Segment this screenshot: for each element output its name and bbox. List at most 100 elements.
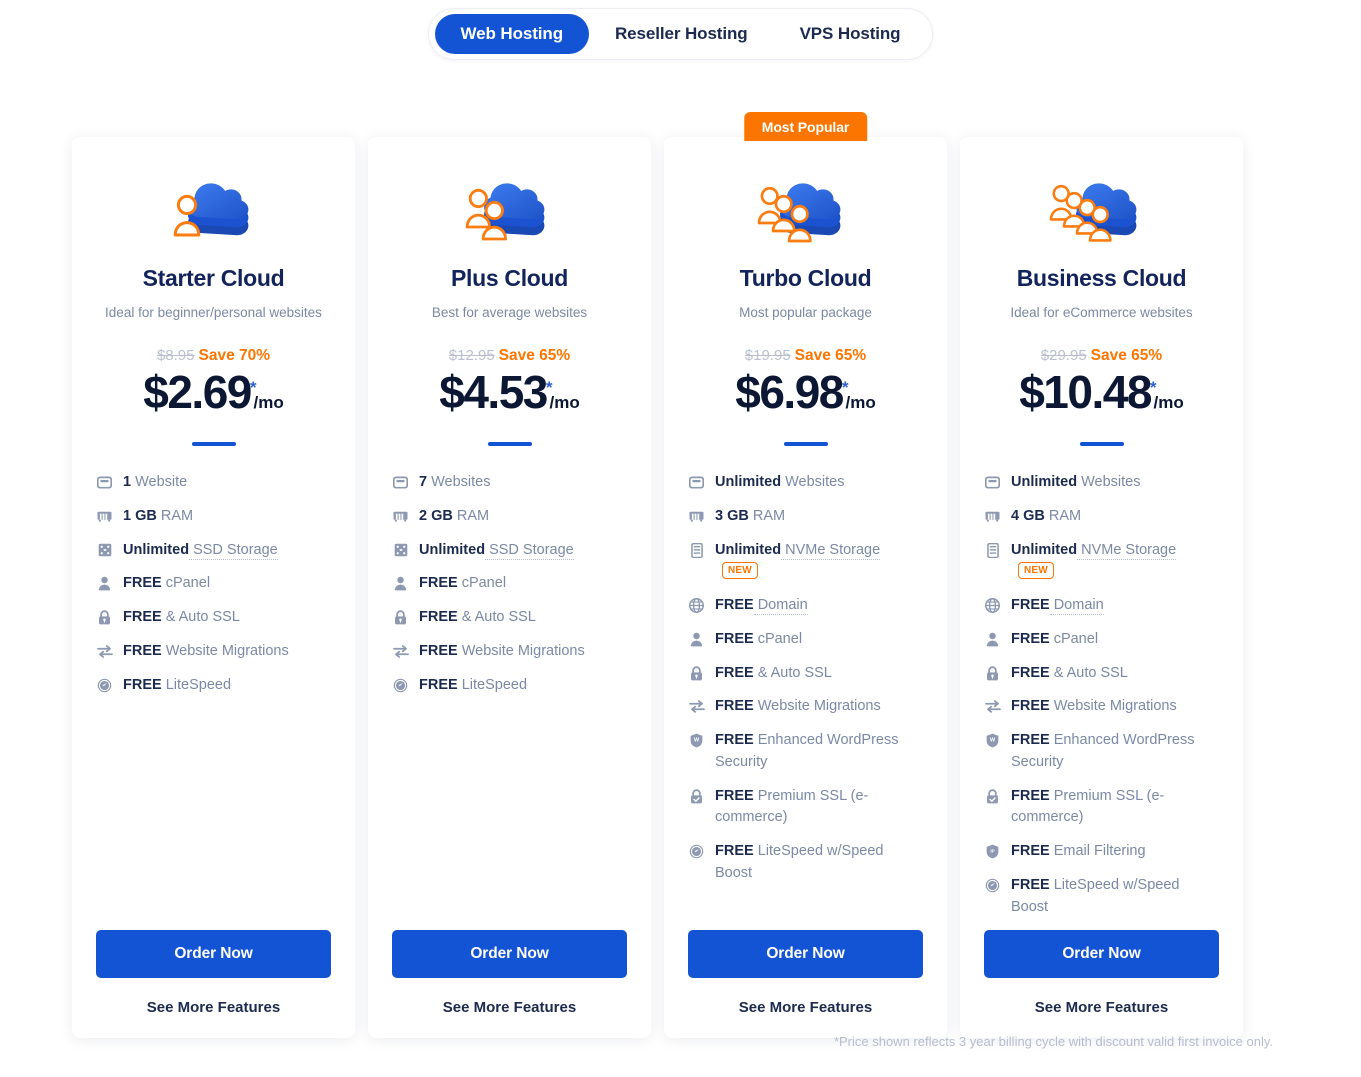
feature-text: 7 Websites	[419, 472, 627, 494]
feature-item: FREE Website Migrations	[96, 641, 331, 663]
feature-text: Unlimited Websites	[1011, 472, 1219, 494]
plan-description: Ideal for beginner/personal websites	[105, 305, 322, 320]
feature-label: & Auto SSL	[457, 609, 536, 625]
see-more-features-link[interactable]: See More Features	[392, 999, 627, 1016]
feature-label[interactable]: Domain	[753, 597, 808, 615]
feature-value: Unlimited	[715, 541, 782, 558]
plan-description: Best for average websites	[431, 305, 588, 320]
feature-text: 1 Website	[123, 472, 331, 494]
feature-value: FREE	[715, 698, 754, 715]
feature-label: cPanel	[161, 575, 211, 592]
ram-icon	[688, 506, 705, 527]
feature-value: FREE	[1011, 732, 1050, 748]
feature-label: cPanel	[1049, 630, 1099, 647]
feature-label: & Auto SSL	[753, 664, 832, 681]
feature-text: 1 GB RAM	[123, 506, 331, 528]
feature-label: & Auto SSL	[161, 609, 240, 625]
order-now-button[interactable]: Order Now	[984, 930, 1219, 979]
feature-value: FREE	[1011, 787, 1050, 804]
person-icon	[688, 629, 705, 650]
order-now-button[interactable]: Order Now	[688, 930, 923, 979]
feature-value: FREE	[1011, 664, 1050, 681]
current-price: $2.69	[143, 366, 252, 418]
feature-item: Unlimited NVMe Storage NEW	[688, 540, 923, 584]
price-period: /mo	[549, 393, 580, 412]
lock-icon	[392, 607, 409, 628]
feature-value: FREE	[715, 732, 754, 748]
ram-icon	[984, 506, 1001, 527]
feature-label: Website Migrations	[457, 642, 585, 659]
feature-text: FREE Website Migrations	[1011, 696, 1219, 718]
feature-value: FREE	[123, 609, 162, 625]
monitor-icon	[392, 472, 409, 493]
feature-item: FREE & Auto SSL	[392, 607, 627, 629]
plan-name: Plus Cloud	[450, 265, 569, 291]
feature-list: Unlimited Websites 4 GB RAM Unlimited NVMe…	[984, 472, 1219, 930]
feature-text: Unlimited SSD Storage	[123, 540, 331, 562]
feature-value: FREE	[715, 787, 754, 804]
feature-list: 1 Website 1 GB RAM Unlimited SSD Storage FR…	[96, 472, 331, 930]
lock-icon	[96, 607, 113, 628]
order-now-button[interactable]: Order Now	[392, 930, 627, 979]
feature-label[interactable]: NVMe Storage	[781, 541, 881, 560]
feature-text: FREE LiteSpeed w/Speed Boost	[1011, 875, 1219, 919]
tab-reseller-hosting[interactable]: Reseller Hosting	[589, 14, 774, 54]
svg-text:W: W	[990, 738, 996, 744]
feature-item: Unlimited NVMe Storage NEW	[984, 540, 1219, 584]
feature-label[interactable]: SSD Storage	[189, 541, 278, 560]
feature-text: 2 GB RAM	[419, 506, 627, 528]
price-period: /mo	[1153, 393, 1184, 412]
feature-item: 1 Website	[96, 472, 331, 494]
feature-value: FREE	[715, 630, 754, 647]
order-now-button[interactable]: Order Now	[96, 930, 331, 979]
feature-label: RAM	[452, 507, 490, 524]
feature-text: FREE Premium SSL (e-commerce)	[715, 786, 923, 830]
feature-item: Unlimited Websites	[984, 472, 1219, 494]
tab-web-hosting[interactable]: Web Hosting	[434, 14, 589, 54]
feature-label[interactable]: NVMe Storage	[1077, 541, 1177, 560]
feature-text: Unlimited NVMe Storage NEW	[715, 540, 923, 584]
migration-icon	[688, 696, 705, 717]
feature-text: FREE & Auto SSL	[123, 607, 331, 629]
feature-label: Website	[131, 474, 188, 490]
tab-vps-hosting[interactable]: VPS Hosting	[774, 14, 927, 54]
current-price-row: $2.69*/mo	[96, 369, 331, 415]
feature-value: Unlimited	[123, 541, 190, 558]
speedometer-icon	[984, 875, 1001, 896]
pricing-page: Web Hosting Reseller Hosting VPS Hosting S…	[0, 0, 1361, 1077]
feature-value: 4 GB	[1011, 507, 1045, 524]
nvme-icon	[688, 540, 705, 561]
feature-text: FREE cPanel	[419, 573, 627, 595]
feature-label: cPanel	[753, 630, 803, 647]
feature-value: Unlimited	[715, 474, 782, 490]
feature-text: FREE Premium SSL (e-commerce)	[1011, 786, 1219, 830]
see-more-features-link[interactable]: See More Features	[96, 999, 331, 1016]
feature-value: FREE	[419, 575, 458, 592]
price-divider	[783, 442, 828, 446]
feature-item: 7 Websites	[392, 472, 627, 494]
feature-text: FREE Domain	[715, 595, 923, 617]
plan-name: Starter Cloud	[142, 265, 285, 291]
feature-value: FREE	[123, 642, 162, 659]
see-more-features-link[interactable]: See More Features	[984, 999, 1219, 1016]
feature-label[interactable]: Domain	[1049, 597, 1104, 615]
feature-text: Unlimited NVMe Storage NEW	[1011, 540, 1219, 584]
feature-value: FREE	[1011, 630, 1050, 647]
discount-row: $29.95 Save 65%	[984, 347, 1219, 365]
pricing-card: Business Cloud Ideal for eCommerce websit…	[960, 137, 1243, 1039]
feature-item: FREE Premium SSL (e-commerce)	[688, 786, 923, 830]
feature-list: 7 Websites 2 GB RAM Unlimited SSD Storage F…	[392, 472, 627, 930]
feature-item: FREE Domain	[984, 595, 1219, 617]
feature-item: FREE cPanel	[96, 573, 331, 595]
cloud-plan-icon	[392, 137, 627, 241]
email-filter-icon: IP	[984, 841, 1001, 862]
cloud-plan-icon	[688, 137, 923, 243]
see-more-features-link[interactable]: See More Features	[688, 999, 923, 1016]
feature-text: FREE cPanel	[1011, 629, 1219, 651]
feature-value: FREE	[1011, 597, 1050, 613]
ram-icon	[392, 506, 409, 527]
feature-item: FREE cPanel	[688, 629, 923, 651]
feature-label[interactable]: SSD Storage	[485, 541, 574, 560]
feature-value: Unlimited	[419, 541, 486, 558]
price-asterisk: *	[1149, 377, 1157, 397]
